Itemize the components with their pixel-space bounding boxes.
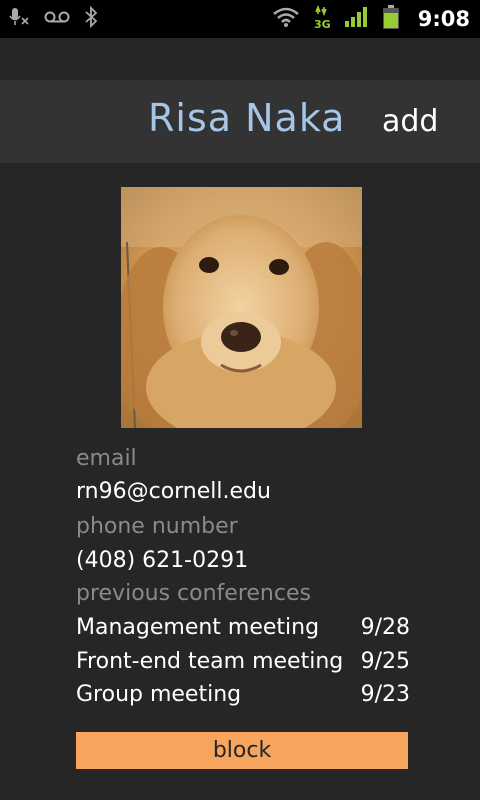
conference-title: Front-end team meeting — [76, 649, 344, 674]
conference-item[interactable]: Front-end team meeting 9/25 — [76, 649, 410, 679]
spacer — [0, 38, 480, 80]
phone-value[interactable]: (408) 621-0291 — [76, 548, 248, 573]
network-type: 3G — [314, 18, 331, 30]
status-left-icons — [8, 5, 98, 32]
conference-title: Management meeting — [76, 615, 320, 640]
conference-date: 9/28 — [360, 615, 410, 640]
status-right-icons: 3G 9:08 — [272, 4, 470, 34]
conferences-label: previous conferences — [76, 581, 311, 606]
bluetooth-icon — [84, 5, 98, 32]
signal-icon — [344, 6, 370, 32]
email-value[interactable]: rn96@cornell.edu — [76, 479, 271, 504]
contact-name: Risa Naka — [148, 96, 346, 140]
conference-item[interactable]: Management meeting 9/28 — [76, 615, 410, 645]
conference-date: 9/23 — [360, 682, 410, 707]
voicemail-icon — [44, 9, 70, 29]
conference-item[interactable]: Group meeting 9/23 — [76, 682, 410, 712]
conference-date: 9/25 — [360, 649, 410, 674]
mic-muted-icon — [8, 6, 30, 32]
profile-photo — [121, 187, 362, 428]
phone-label: phone number — [76, 514, 238, 539]
conference-title: Group meeting — [76, 682, 242, 707]
data-3g-icon: 3G — [312, 4, 332, 34]
wifi-icon — [272, 6, 300, 32]
clock: 9:08 — [417, 7, 470, 31]
block-button[interactable]: block — [76, 732, 408, 769]
email-label: email — [76, 446, 137, 471]
battery-icon — [382, 4, 400, 34]
add-button[interactable]: add — [382, 104, 438, 139]
status-bar: 3G 9:08 — [0, 0, 480, 38]
dog-photo-icon — [121, 187, 362, 428]
